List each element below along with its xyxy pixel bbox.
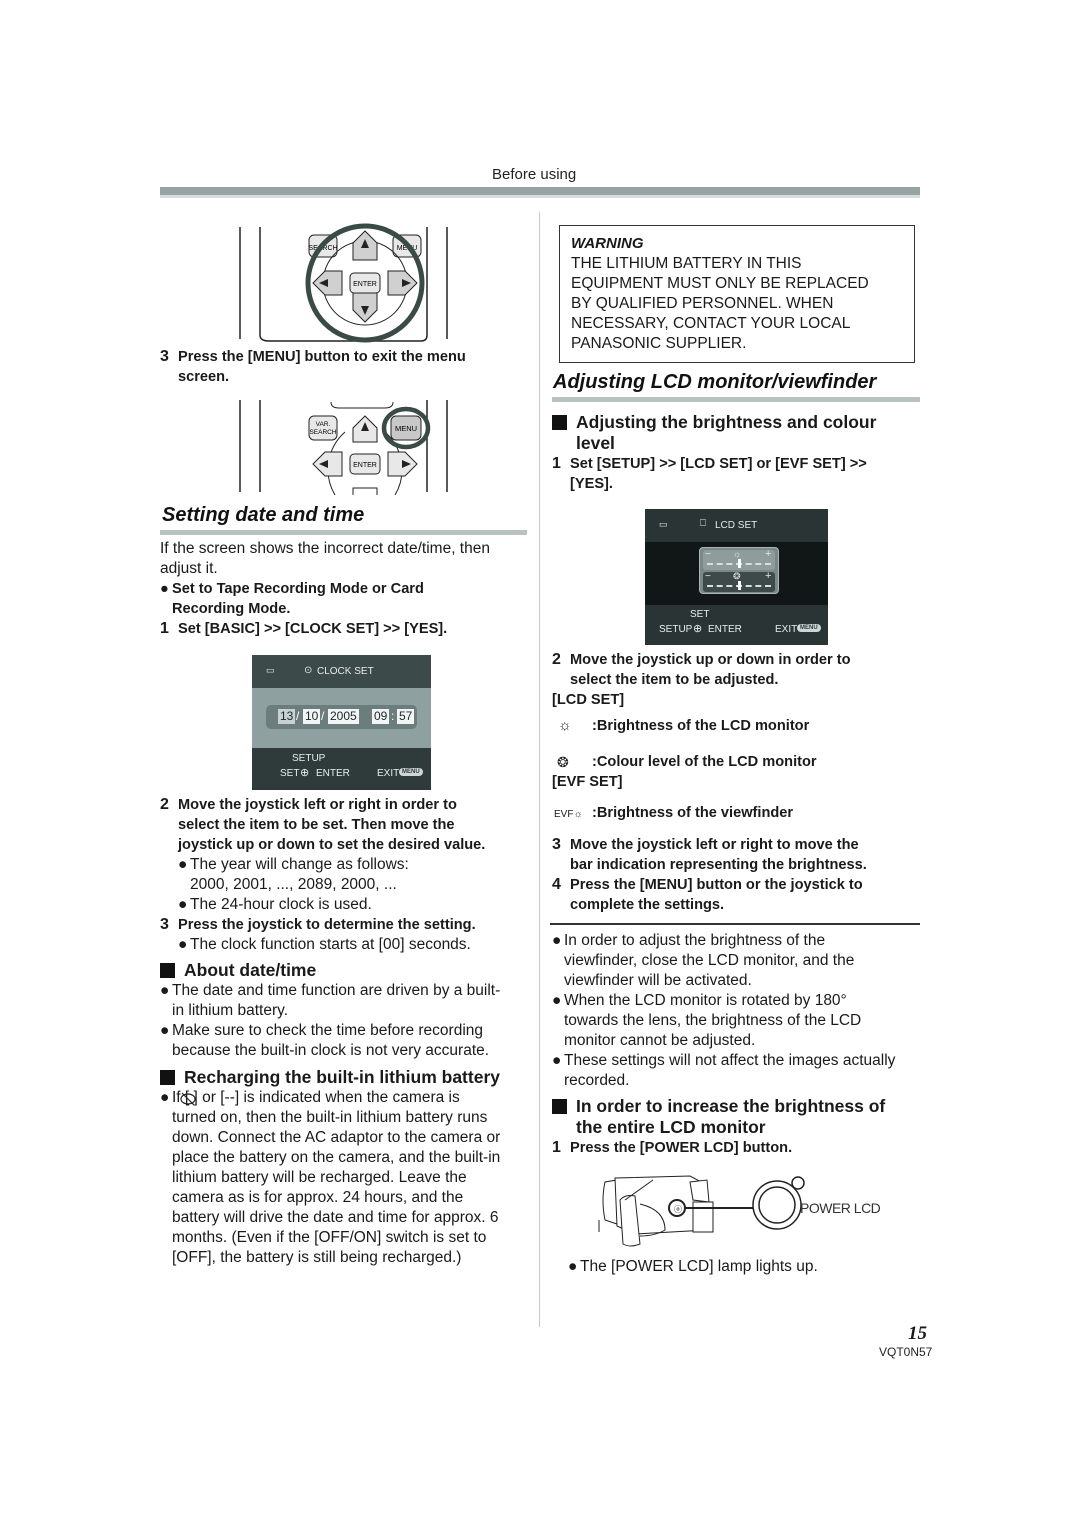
recharging-text: ● If [ ] or [--] is indicated when the c… bbox=[160, 1089, 501, 1266]
lcd-set-label: [LCD SET] bbox=[552, 692, 625, 708]
power-lcd-lamp-bullet: ● The [POWER LCD] lamp lights up. bbox=[568, 1258, 818, 1275]
brightness-slider[interactable]: − ☼ + bbox=[703, 548, 775, 570]
power-lcd-label: POWER LCD bbox=[800, 1200, 881, 1216]
colour-knob[interactable] bbox=[737, 581, 741, 590]
step-lcd-set: 1 Set [SETUP] >> [LCD SET] or [EVF SET] … bbox=[552, 455, 867, 492]
brightness-icon: ☼ bbox=[733, 549, 742, 559]
square-bullet-icon bbox=[160, 963, 175, 978]
document-code: VQT0N57 bbox=[879, 1345, 933, 1359]
square-bullet-icon bbox=[160, 1070, 175, 1085]
menu-pill-icon: MENU bbox=[399, 768, 423, 776]
year-bullet: ● The year will change as follows: 2000,… bbox=[178, 856, 409, 893]
warning-title: WARNING bbox=[571, 235, 644, 252]
step-complete: 4 Press the [MENU] button or the joystic… bbox=[552, 876, 863, 913]
note-rotated: ● When the LCD monitor is rotated by 180… bbox=[552, 992, 862, 1049]
hour-field[interactable]: 09 bbox=[372, 709, 390, 724]
slider-panel: − ☼ + − ❂ + bbox=[699, 547, 779, 594]
about-bullet-2: ● Make sure to check the time before rec… bbox=[160, 1022, 490, 1059]
section-title-adjusting-lcd: Adjusting LCD monitor/viewfinder bbox=[553, 371, 877, 393]
step-number: 3 bbox=[160, 348, 169, 365]
screen-footer: SET SETUP ⊕ ENTER EXIT MENU bbox=[645, 605, 828, 645]
screen-header: ▭ ⊙ CLOCK SET bbox=[252, 655, 431, 688]
evf-set-label: [EVF SET] bbox=[552, 774, 623, 790]
lcd-icon: ⎕ bbox=[700, 518, 706, 529]
camcorder-illustration: ⓞ bbox=[598, 1175, 755, 1247]
intro-text: If the screen shows the incorrect date/t… bbox=[160, 540, 490, 577]
step-move-bar: 3 Move the joystick left or right to mov… bbox=[552, 836, 867, 873]
column-divider bbox=[539, 212, 540, 1327]
step-clock-set: 1 Set [BASIC] >> [CLOCK SET] >> [YES]. bbox=[160, 620, 448, 637]
section-label: Before using bbox=[492, 166, 577, 183]
header-rule-light bbox=[160, 195, 920, 198]
brightness-icon: ☼ bbox=[558, 717, 572, 734]
day-field[interactable]: 13 bbox=[278, 709, 296, 724]
section-title-setting-date: Setting date and time bbox=[162, 504, 365, 526]
square-bullet-icon bbox=[552, 415, 567, 430]
clock-set-screen: ▭ ⊙ CLOCK SET 13 / 10 / 2005 09 : 57 SET… bbox=[252, 655, 431, 790]
joystick-icon: ⊕ bbox=[300, 767, 310, 779]
minute-field[interactable]: 57 bbox=[397, 709, 415, 724]
note-recorded: ● These settings will not affect the ima… bbox=[552, 1052, 896, 1089]
svg-text:MENU: MENU bbox=[395, 424, 417, 433]
screen-header: ▭ ⎕ LCD SET bbox=[645, 509, 828, 542]
step-select-adjust: 2 Move the joystick up or down in order … bbox=[552, 651, 851, 688]
year-field[interactable]: 2005 bbox=[328, 709, 359, 724]
header-rule bbox=[160, 187, 920, 195]
svg-text:ⓞ: ⓞ bbox=[674, 1205, 682, 1214]
screen-footer: SETUP SET ⊕ ENTER EXIT MENU bbox=[252, 748, 431, 790]
month-field[interactable]: 10 bbox=[303, 709, 321, 724]
colour-slider[interactable]: − ❂ + bbox=[703, 570, 775, 592]
clock-battery-warning-icon bbox=[180, 1092, 196, 1106]
camera-mode-icon: ▭ bbox=[659, 519, 668, 529]
section-rule bbox=[552, 397, 920, 402]
note-viewfinder: ● In order to adjust the brightness of t… bbox=[552, 932, 855, 989]
seconds-bullet: ● The clock function starts at [00] seco… bbox=[178, 936, 471, 953]
date-time-row: 13 / 10 / 2005 09 : 57 bbox=[266, 705, 417, 729]
section-rule bbox=[160, 530, 527, 535]
mode-bullet: ● Set to Tape Recording Mode or Card Rec… bbox=[160, 581, 424, 617]
subheading-about-date: About date/time bbox=[160, 960, 535, 981]
evf-brightness-icon: EVF☼ bbox=[554, 809, 583, 820]
clock-24h-bullet: ● The 24-hour clock is used. bbox=[178, 896, 372, 913]
warning-box: WARNING THE LITHIUM BATTERY IN THIS EQUI… bbox=[559, 225, 915, 363]
square-bullet-icon bbox=[552, 1099, 567, 1114]
colour-icon: ❂ bbox=[557, 754, 569, 770]
subheading-brightness-colour: Adjusting the brightness and colour leve… bbox=[552, 412, 922, 454]
step-exit-menu: 3 Press the [MENU] button to exit the me… bbox=[160, 348, 466, 385]
subheading-recharging: Recharging the built-in lithium battery bbox=[160, 1067, 538, 1088]
step-determine: 3 Press the joystick to determine the se… bbox=[160, 916, 476, 933]
about-bullet-1: ● The date and time function are driven … bbox=[160, 982, 501, 1019]
menu-pill-icon: MENU bbox=[797, 624, 821, 632]
brightness-knob[interactable] bbox=[737, 559, 741, 568]
joystick-icon: ⊕ bbox=[693, 623, 703, 635]
page-number: 15 bbox=[908, 1323, 927, 1344]
subheading-increase-brightness: In order to increase the brightness of t… bbox=[552, 1096, 924, 1138]
notes-divider bbox=[550, 923, 920, 925]
svg-text:VAR.: VAR. bbox=[316, 421, 331, 428]
svg-text:ENTER: ENTER bbox=[353, 281, 377, 288]
svg-text:SEARCH: SEARCH bbox=[309, 429, 336, 436]
lcd-set-screen: ▭ ⎕ LCD SET − ☼ + − ❂ + SET SETUP ⊕ ENTE… bbox=[645, 509, 828, 645]
menu-button-illustration: VAR. SEARCH MENU ENTER bbox=[239, 400, 448, 495]
step-power-lcd: 1 Press the [POWER LCD] button. bbox=[552, 1139, 793, 1156]
joystick-illustration: SEARCH MENU ENTER bbox=[239, 223, 448, 343]
clock-icon: ⊙ bbox=[304, 665, 313, 676]
svg-text:ENTER: ENTER bbox=[353, 462, 377, 469]
camera-mode-icon: ▭ bbox=[266, 665, 275, 675]
step-select-item: 2 Move the joystick left or right in ord… bbox=[160, 796, 486, 853]
